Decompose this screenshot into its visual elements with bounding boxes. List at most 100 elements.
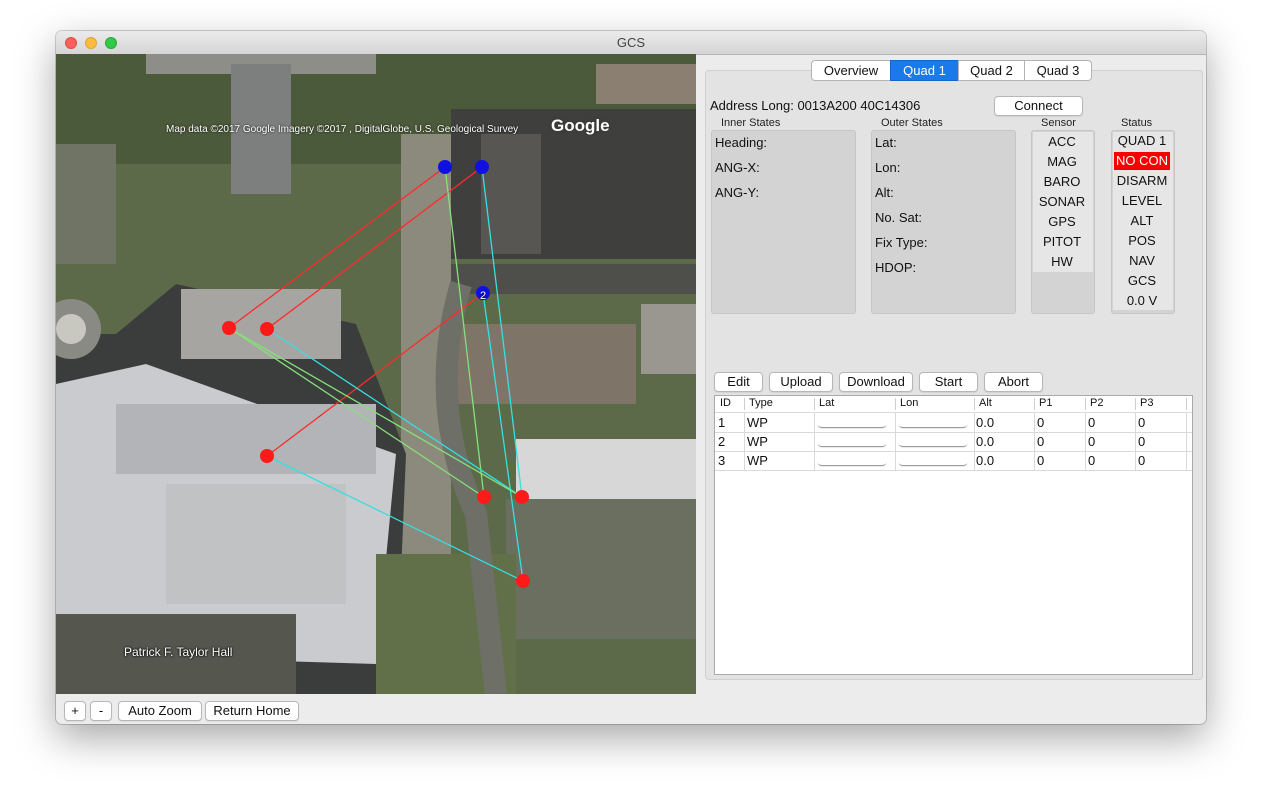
download-button[interactable]: Download: [839, 372, 913, 392]
table-row[interactable]: 2 WP 0.0 0 0 0: [715, 432, 1192, 452]
cell-divider: [895, 432, 896, 451]
heading-label: Heading:: [715, 135, 768, 150]
start-button[interactable]: Start: [919, 372, 978, 392]
sensor-box: ACC MAG BARO SONAR GPS PITOT HW: [1031, 130, 1095, 314]
abort-button[interactable]: Abort: [984, 372, 1043, 392]
fix-type-label: Fix Type:: [875, 235, 928, 250]
tab-overview[interactable]: Overview: [811, 60, 891, 81]
cell-divider: [1085, 451, 1086, 470]
cell-divider: [895, 451, 896, 470]
cell-id[interactable]: 1: [718, 415, 725, 430]
inner-states-box: Heading: ANG-X: ANG-Y:: [711, 130, 856, 314]
sensor-gps: GPS: [1048, 214, 1076, 229]
cell-p1[interactable]: 0: [1037, 453, 1044, 468]
cell-divider: [1034, 413, 1035, 432]
cell-lon-redacted[interactable]: [898, 437, 968, 446]
status-alt: ALT: [1130, 213, 1154, 228]
cell-divider: [1135, 451, 1136, 470]
tab-quad-2[interactable]: Quad 2: [958, 60, 1025, 81]
cell-lat-redacted[interactable]: [817, 437, 887, 446]
sensor-sonar: SONAR: [1038, 194, 1086, 209]
status-quad-name: QUAD 1: [1117, 133, 1167, 148]
waypoint-table[interactable]: ID Type Lat Lon Alt P1 P2 P3 1 WP 0.0 0 …: [714, 395, 1193, 675]
auto-zoom-button[interactable]: Auto Zoom: [118, 701, 202, 721]
cell-lat-redacted[interactable]: [817, 456, 887, 465]
waypoint-marker: [260, 449, 274, 463]
status-connection-badge: NO CON: [1114, 152, 1170, 170]
status-voltage: 0.0 V: [1126, 293, 1158, 308]
outer-states-box: Lat: Lon: Alt: No. Sat: Fix Type: HDOP:: [871, 130, 1016, 314]
cell-p2[interactable]: 0: [1088, 434, 1095, 449]
status-nav: NAV: [1129, 253, 1155, 268]
lon-label: Lon:: [875, 160, 901, 175]
table-row[interactable]: 3 WP 0.0 0 0 0: [715, 451, 1192, 471]
cell-alt[interactable]: 0.0: [976, 453, 994, 468]
col-header-p2[interactable]: P2: [1090, 397, 1103, 409]
col-header-id[interactable]: ID: [720, 397, 731, 409]
cell-divider: [895, 413, 896, 432]
satellite-map[interactable]: Map data ©2017 Google Imagery ©2017 , Di…: [56, 54, 696, 694]
path-red: [266, 166, 483, 330]
cell-type[interactable]: WP: [747, 415, 768, 430]
cell-id[interactable]: 2: [718, 434, 725, 449]
waypoint-number-label: 2: [480, 290, 487, 302]
waypoint-marker: [475, 160, 489, 174]
address-long: Address Long: 0013A200 40C14306: [710, 98, 921, 113]
google-logo: Google: [551, 116, 610, 135]
upload-button[interactable]: Upload: [769, 372, 833, 392]
cell-id[interactable]: 3: [718, 453, 725, 468]
col-header-p1[interactable]: P1: [1039, 397, 1052, 409]
tab-quad-3[interactable]: Quad 3: [1024, 60, 1092, 81]
cell-divider: [974, 413, 975, 432]
col-header-lon[interactable]: Lon: [900, 397, 918, 409]
status-level: LEVEL: [1121, 193, 1163, 208]
cell-divider: [1186, 413, 1187, 432]
cell-p3[interactable]: 0: [1138, 434, 1145, 449]
tab-quad-1[interactable]: Quad 1: [890, 60, 959, 81]
cell-divider: [1135, 413, 1136, 432]
sensor-hw: HW: [1051, 254, 1073, 269]
cell-p1[interactable]: 0: [1037, 434, 1044, 449]
status-title: Status: [1121, 117, 1153, 129]
col-header-lat[interactable]: Lat: [819, 397, 834, 409]
return-home-button[interactable]: Return Home: [205, 701, 299, 721]
cell-alt[interactable]: 0.0: [976, 415, 994, 430]
path-green: [228, 327, 523, 498]
cell-divider: [1186, 432, 1187, 451]
zoom-out-button[interactable]: -: [90, 701, 112, 721]
cell-divider: [1186, 451, 1187, 470]
title-bar[interactable]: GCS: [56, 31, 1206, 55]
column-divider: [895, 398, 896, 410]
cell-lon-redacted[interactable]: [898, 418, 968, 427]
col-header-alt[interactable]: Alt: [979, 397, 992, 409]
cell-divider: [814, 451, 815, 470]
inner-states-title: Inner States: [721, 117, 781, 129]
cell-divider: [744, 451, 745, 470]
cell-divider: [814, 432, 815, 451]
sensor-acc: ACC: [1048, 134, 1076, 149]
cell-type[interactable]: WP: [747, 434, 768, 449]
column-divider: [1135, 398, 1136, 410]
col-header-p3[interactable]: P3: [1140, 397, 1153, 409]
cell-p3[interactable]: 0: [1138, 415, 1145, 430]
col-header-type[interactable]: Type: [749, 397, 773, 409]
zoom-in-button[interactable]: +: [64, 701, 86, 721]
cell-lat-redacted[interactable]: [817, 418, 887, 427]
cell-lon-redacted[interactable]: [898, 456, 968, 465]
column-divider: [814, 398, 815, 410]
cell-type[interactable]: WP: [747, 453, 768, 468]
cell-p2[interactable]: 0: [1088, 453, 1095, 468]
path-green: [444, 166, 485, 498]
table-row[interactable]: 1 WP 0.0 0 0 0: [715, 413, 1192, 433]
cell-p3[interactable]: 0: [1138, 453, 1145, 468]
edit-button[interactable]: Edit: [714, 372, 763, 392]
cell-alt[interactable]: 0.0: [976, 434, 994, 449]
column-divider: [974, 398, 975, 410]
waypoint-marker: [516, 574, 530, 588]
cell-p1[interactable]: 0: [1037, 415, 1044, 430]
column-divider: [744, 398, 745, 410]
cell-p2[interactable]: 0: [1088, 415, 1095, 430]
waypoint-marker: [477, 490, 491, 504]
cell-divider: [1135, 432, 1136, 451]
connect-button[interactable]: Connect: [994, 96, 1083, 116]
